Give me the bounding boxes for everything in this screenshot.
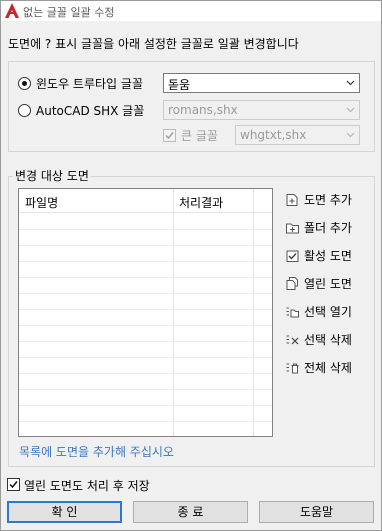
delete-all-icon bbox=[286, 363, 299, 374]
window-title: 없는 글꼴 일괄 수정 bbox=[23, 6, 115, 19]
big-font-label: 큰 글꼴 bbox=[181, 129, 218, 143]
active-drawing-label: 활성 도면 bbox=[304, 249, 352, 263]
open-selected-button[interactable]: 선택 열기 bbox=[283, 301, 373, 321]
active-drawing-icon bbox=[286, 250, 299, 262]
drawing-list[interactable]: 파일명 처리결과 bbox=[18, 188, 273, 437]
row-gridline bbox=[19, 309, 272, 310]
chevron-down-icon bbox=[346, 107, 355, 113]
big-font-checkbox[interactable] bbox=[163, 129, 176, 142]
column-divider bbox=[253, 189, 254, 436]
truetype-label: 윈도우 트루타입 글꼴 bbox=[36, 77, 143, 91]
column-header-filename[interactable]: 파일명 bbox=[25, 194, 58, 211]
shx-font-value: romans,shx bbox=[168, 103, 238, 117]
add-folder-button[interactable]: 폴더 추가 bbox=[283, 217, 373, 237]
row-gridline bbox=[19, 421, 272, 422]
delete-selected-icon bbox=[286, 335, 299, 345]
check-icon bbox=[165, 132, 174, 140]
row-gridline bbox=[19, 325, 272, 326]
save-after-processing-checkbox[interactable] bbox=[7, 478, 20, 491]
delete-all-button[interactable]: 전체 삭제 bbox=[283, 357, 373, 377]
delete-all-label: 전체 삭제 bbox=[304, 361, 352, 375]
row-gridline bbox=[19, 389, 272, 390]
row-gridline bbox=[19, 277, 272, 278]
row-gridline bbox=[19, 245, 272, 246]
list-header: 파일명 처리결과 bbox=[19, 189, 272, 213]
row-gridline bbox=[19, 261, 272, 262]
title-bar: 없는 글꼴 일괄 수정 bbox=[1, 1, 381, 21]
open-selected-label: 선택 열기 bbox=[304, 305, 352, 319]
open-drawings-label: 열린 도면 bbox=[304, 277, 352, 291]
add-drawing-icon bbox=[286, 194, 298, 206]
big-font-value: whgtxt,shx bbox=[240, 128, 307, 142]
delete-selected-button[interactable]: 선택 삭제 bbox=[283, 329, 373, 349]
truetype-radio[interactable] bbox=[18, 77, 31, 90]
close-button[interactable]: 종 료 bbox=[133, 501, 248, 523]
ok-button[interactable]: 확 인 bbox=[7, 501, 122, 523]
column-divider bbox=[173, 189, 174, 436]
save-after-processing-label: 열린 도면도 처리 후 저장 bbox=[24, 479, 150, 493]
row-gridline bbox=[19, 341, 272, 342]
active-drawing-button[interactable]: 활성 도면 bbox=[283, 245, 373, 265]
empty-list-hint: 목록에 도면을 추가해 주십시오 bbox=[19, 445, 174, 459]
shx-label: AutoCAD SHX 글꼴 bbox=[36, 104, 145, 118]
dialog-window: 없는 글꼴 일괄 수정 도면에 ? 표시 글꼴을 아래 설정한 글꼴로 일괄 변… bbox=[0, 0, 382, 531]
row-gridline bbox=[19, 405, 272, 406]
row-gridline bbox=[19, 229, 272, 230]
instruction-text: 도면에 ? 표시 글꼴을 아래 설정한 글꼴로 일괄 변경합니다 bbox=[8, 37, 299, 51]
shx-font-select[interactable]: romans,shx bbox=[163, 100, 360, 120]
add-drawing-button[interactable]: 도면 추가 bbox=[283, 189, 373, 209]
chevron-down-icon bbox=[346, 80, 355, 86]
help-button[interactable]: 도움말 bbox=[259, 501, 374, 523]
truetype-font-value: 돋움 bbox=[168, 78, 191, 92]
open-selected-icon bbox=[286, 307, 299, 318]
row-gridline bbox=[19, 293, 272, 294]
add-folder-label: 폴더 추가 bbox=[304, 221, 352, 235]
delete-selected-label: 선택 삭제 bbox=[304, 333, 352, 347]
truetype-font-select[interactable]: 돋움 bbox=[163, 73, 360, 93]
big-font-select[interactable]: whgtxt,shx bbox=[235, 125, 360, 145]
open-drawings-button[interactable]: 열린 도면 bbox=[283, 273, 373, 293]
shx-radio[interactable] bbox=[18, 104, 31, 117]
add-drawing-label: 도면 추가 bbox=[304, 193, 352, 207]
autocad-logo-icon bbox=[5, 3, 19, 18]
chevron-down-icon bbox=[346, 132, 355, 138]
add-folder-icon bbox=[286, 223, 299, 234]
target-drawings-title: 변경 대상 도면 bbox=[13, 167, 91, 184]
row-gridline bbox=[19, 373, 272, 374]
row-gridline bbox=[19, 357, 272, 358]
column-header-result[interactable]: 처리결과 bbox=[179, 194, 223, 211]
check-icon bbox=[9, 481, 18, 489]
open-drawings-icon bbox=[286, 277, 298, 290]
